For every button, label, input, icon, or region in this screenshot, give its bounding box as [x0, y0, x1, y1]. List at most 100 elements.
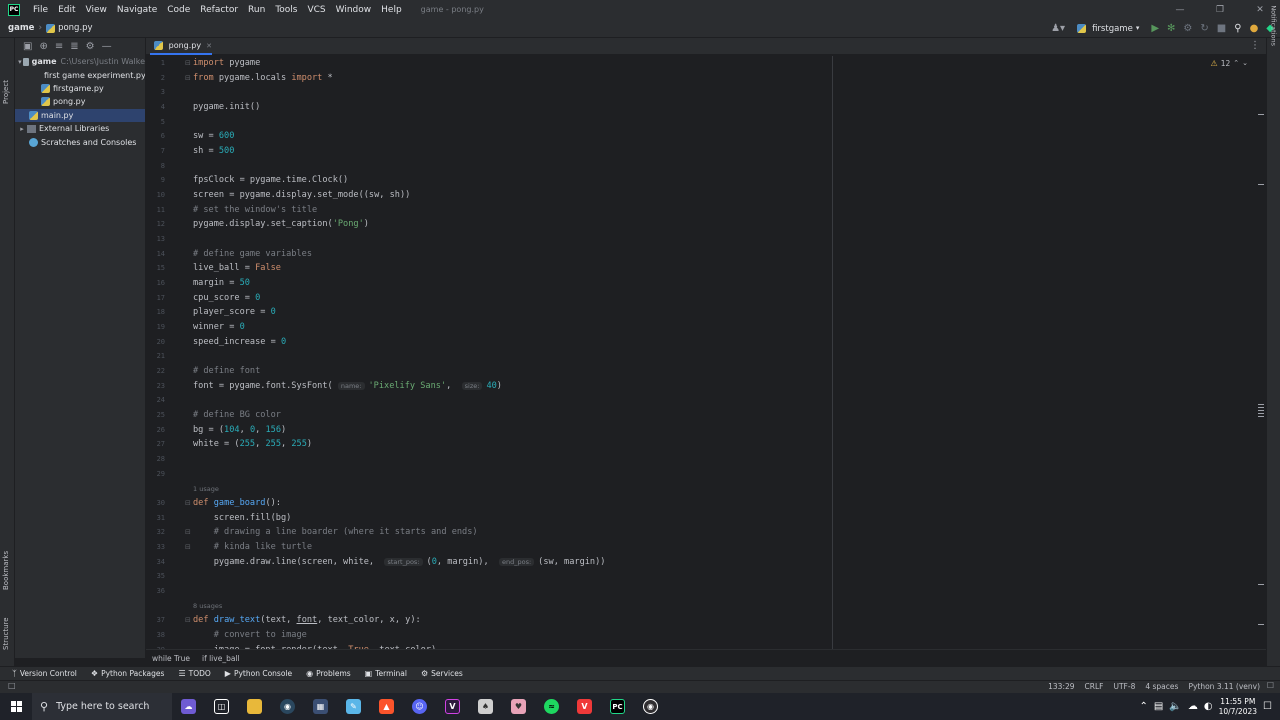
file-explorer-app[interactable] — [238, 693, 271, 720]
tree-file-first-game-experiment[interactable]: first game experiment.py — [15, 68, 145, 81]
calculator-app[interactable]: ▦ — [304, 693, 337, 720]
chevron-down-icon[interactable]: ▾ — [17, 58, 23, 66]
wifi-icon[interactable]: ◐ — [1204, 701, 1213, 712]
folder-view-icon[interactable]: ▣ — [23, 41, 32, 52]
code-line-22[interactable]: # define font — [193, 366, 260, 376]
code-line-26[interactable]: bg = (104, 0, 156) — [193, 425, 286, 435]
indent-setting[interactable]: 4 spaces — [1145, 682, 1178, 691]
menu-vcs[interactable]: VCS — [302, 5, 330, 15]
caret-position[interactable]: 133:29 — [1048, 682, 1074, 691]
lock-icon[interactable]: ☐ — [1267, 682, 1274, 690]
tree-file-main[interactable]: main.py — [15, 108, 145, 122]
volume-icon[interactable]: 🔈 — [1169, 701, 1181, 712]
profile-icon[interactable]: ↻ — [1200, 23, 1208, 34]
tree-external-libraries[interactable]: ▸ External Libraries — [15, 122, 145, 135]
fold-marker-icon[interactable]: ⊟ — [185, 528, 191, 536]
stop-icon[interactable]: ■ — [1217, 23, 1226, 34]
code-line-31[interactable]: screen.fill(bg) — [193, 513, 292, 523]
project-tool-tab[interactable]: Project — [2, 80, 10, 104]
notifications-tool-tab[interactable]: Notifications — [1270, 5, 1278, 46]
breadcrumb-file[interactable]: pong.py — [58, 23, 93, 33]
menu-window[interactable]: Window — [331, 5, 377, 15]
code-line-25[interactable]: # define BG color — [193, 410, 281, 420]
code-line-11[interactable]: # set the window's title — [193, 205, 317, 215]
coverage-icon[interactable]: ⚙ — [1183, 23, 1192, 34]
chevron-up-icon[interactable]: ⌃ — [1233, 60, 1239, 67]
fold-marker-icon[interactable]: ⊟ — [185, 616, 191, 624]
menu-refactor[interactable]: Refactor — [195, 5, 243, 15]
search-icon[interactable]: ⚲ — [1234, 23, 1241, 34]
code-line-17[interactable]: cpu_score = 0 — [193, 293, 260, 303]
tab-pong-py[interactable]: pong.py ✕ — [150, 38, 212, 55]
code-line-37[interactable]: def draw_text(text, font, text_color, x,… — [193, 615, 421, 625]
status-square-icon[interactable]: □ — [8, 682, 16, 690]
code-crumb-if[interactable]: if live_ball — [202, 654, 240, 663]
line-number-gutter[interactable]: 1 2 3 4 5 6 7 8 9 10 11 12 13 14 15 16 1… — [146, 56, 191, 649]
taskbar-search[interactable]: ⚲ Type here to search — [32, 693, 172, 720]
run-configuration-select[interactable]: firstgame ▾ — [1073, 24, 1143, 34]
discord-app[interactable]: ☺ — [403, 693, 436, 720]
restore-button[interactable]: ❐ — [1200, 0, 1240, 19]
steam-app[interactable]: ◉ — [271, 693, 304, 720]
file-encoding[interactable]: UTF-8 — [1113, 682, 1135, 691]
tool-python-console[interactable]: ▶ Python Console — [225, 669, 292, 678]
game-app-1[interactable]: ♠ — [469, 693, 502, 720]
tool-terminal[interactable]: ▣ Terminal — [365, 669, 407, 678]
menu-code[interactable]: Code — [162, 5, 195, 15]
code-line-20[interactable]: speed_increase = 0 — [193, 337, 286, 347]
code-line-2[interactable]: from pygame.locals import * — [193, 73, 333, 83]
brave-app[interactable]: ▲ — [370, 693, 403, 720]
tool-todo[interactable]: ☰ TODO — [178, 669, 210, 678]
chevron-right-icon[interactable]: ▸ — [17, 125, 27, 133]
code-line-14[interactable]: # define game variables — [193, 249, 312, 259]
fold-marker-icon[interactable]: ⊟ — [185, 543, 191, 551]
tree-file-pong[interactable]: pong.py — [15, 95, 145, 108]
code-line-1[interactable]: import pygame — [193, 58, 260, 68]
code-line-6[interactable]: sw = 600 — [193, 131, 234, 141]
chevron-down-icon[interactable]: ⌄ — [1242, 60, 1248, 67]
code-line-10[interactable]: screen = pygame.display.set_mode((sw, sh… — [193, 190, 410, 200]
obs-app[interactable]: ◉ — [634, 693, 667, 720]
tool-version-control[interactable]: ᛉ Version Control — [12, 669, 77, 678]
tool-problems[interactable]: ◉ Problems — [306, 669, 351, 678]
collapse-icon[interactable]: ≣ — [70, 41, 78, 52]
code-line-19[interactable]: winner = 0 — [193, 322, 245, 332]
updates-icon[interactable]: ● — [1250, 23, 1259, 34]
cloud-icon[interactable]: ☁ — [1188, 701, 1198, 712]
debug-icon[interactable]: ✻ — [1167, 23, 1175, 34]
code-editor[interactable]: ⚠ 12 ⌃ ⌄ 1 2 3 4 5 6 7 8 9 10 11 12 13 1… — [146, 56, 1266, 649]
structure-tool-tab[interactable]: Structure — [2, 617, 10, 650]
code-line-34[interactable]: pygame.draw.line(screen, white, start_po… — [193, 557, 606, 567]
code-crumb-while[interactable]: while True — [152, 654, 190, 663]
vivaldi-app[interactable]: V — [568, 693, 601, 720]
widgets-app[interactable]: ☁ — [172, 693, 205, 720]
code-line-32[interactable]: # drawing a line boarder (where it start… — [193, 527, 478, 537]
fold-marker-icon[interactable]: ⊟ — [185, 59, 191, 67]
tool-services[interactable]: ⚙ Services — [421, 669, 463, 678]
usage-hint[interactable]: 1 usage — [193, 485, 219, 493]
chevron-up-icon[interactable]: ⌃ — [1140, 701, 1148, 712]
code-line-12[interactable]: pygame.display.set_caption('Pong') — [193, 219, 369, 229]
pycharm-app[interactable]: PC — [601, 693, 634, 720]
vegas-app[interactable]: V — [436, 693, 469, 720]
code-line-4[interactable]: pygame.init() — [193, 102, 260, 112]
fold-marker-icon[interactable]: ⊟ — [185, 74, 191, 82]
run-icon[interactable]: ▶ — [1151, 23, 1159, 34]
start-button[interactable] — [0, 693, 32, 720]
usage-hint[interactable]: 8 usages — [193, 602, 222, 610]
menu-tools[interactable]: Tools — [270, 5, 302, 15]
python-interpreter[interactable]: Python 3.11 (venv) — [1188, 682, 1260, 691]
code-line-9[interactable]: fpsClock = pygame.time.Clock() — [193, 175, 348, 185]
inspection-widget[interactable]: ⚠ 12 ⌃ ⌄ — [1211, 59, 1248, 68]
network-icon[interactable]: ▤ — [1154, 701, 1163, 712]
task-view-app[interactable]: ◫ — [205, 693, 238, 720]
code-line-38[interactable]: # convert to image — [193, 630, 307, 640]
menu-file[interactable]: File — [28, 5, 53, 15]
notification-center-icon[interactable]: ☐ — [1263, 701, 1272, 712]
user-icon[interactable]: ♟▾ — [1051, 23, 1065, 34]
close-icon[interactable]: ✕ — [206, 42, 212, 50]
taskbar-clock[interactable]: 11:55 PM 10/7/2023 — [1219, 697, 1257, 717]
tree-root-game[interactable]: ▾ game C:\Users\Justin Walke — [15, 55, 145, 68]
tool-python-packages[interactable]: ❖ Python Packages — [91, 669, 165, 678]
spotify-app[interactable]: ≈ — [535, 693, 568, 720]
